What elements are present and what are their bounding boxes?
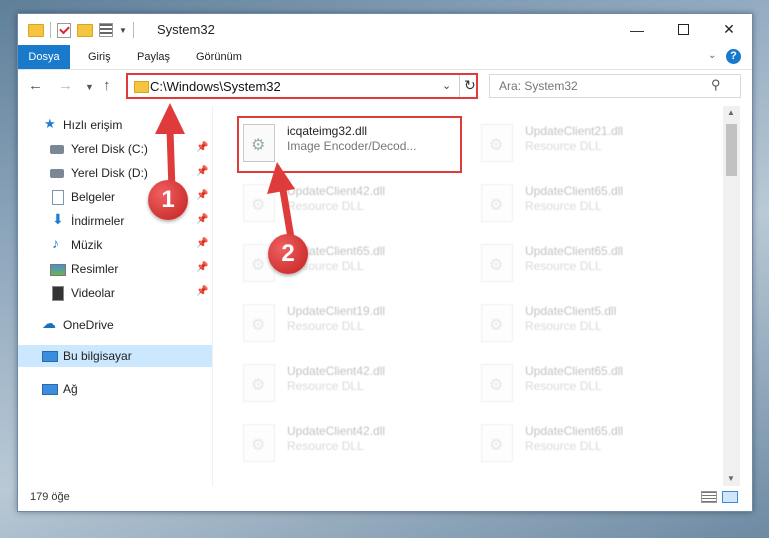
- step-2-marker: 2: [268, 234, 308, 274]
- arrow-2-head: [267, 162, 295, 194]
- arrow-1-head: [155, 103, 185, 134]
- annotation-arrows: [155, 103, 296, 248]
- step-1-marker: 1: [148, 180, 188, 220]
